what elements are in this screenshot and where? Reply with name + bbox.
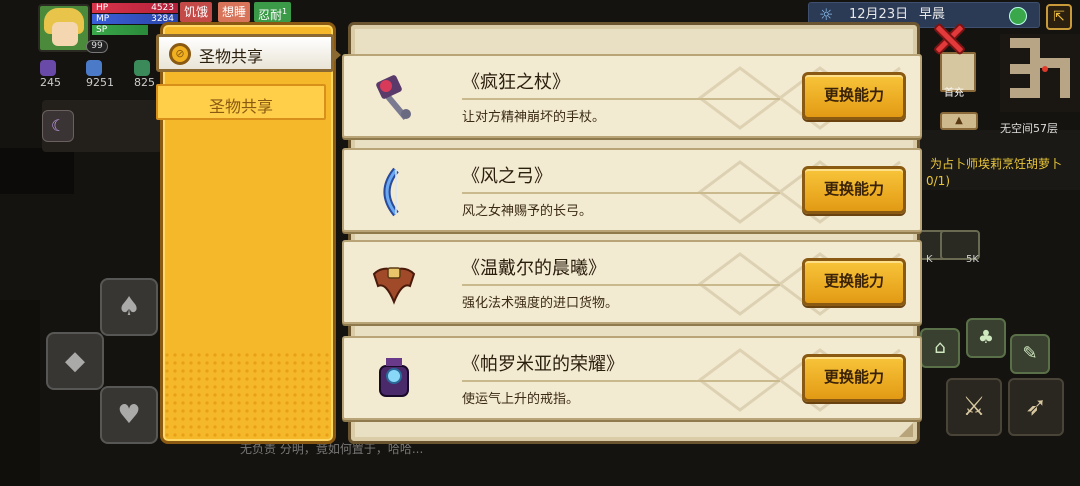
- staff-icon: [376, 75, 411, 120]
- quest-text[interactable]: 为占卜师埃莉烹饪胡萝卜: [930, 155, 1062, 172]
- relic-desc: 风之女神赐予的长弓。: [462, 204, 593, 219]
- resource-heart: 245: [40, 60, 61, 89]
- coin-slot-label: K: [926, 254, 933, 265]
- quest-count: 0/1): [926, 174, 950, 188]
- status-endure[interactable]: 忍耐1: [254, 2, 292, 22]
- minimap[interactable]: [1000, 34, 1080, 112]
- buff-slot[interactable]: ☾: [42, 110, 74, 142]
- heart-down-icon: [40, 60, 56, 76]
- player-marker: [1042, 66, 1048, 72]
- relic-name: 《风之弓》: [462, 166, 552, 187]
- chevron-up-icon: ▲: [955, 115, 963, 126]
- dark-tile: [0, 148, 74, 194]
- relic-item-card: 《帕罗米亚的荣耀》 使运气上升的戒指。 更换能力: [342, 336, 922, 420]
- globe-icon[interactable]: [1009, 7, 1027, 25]
- dpad-left[interactable]: ◆: [46, 332, 104, 390]
- relic-desc: 让对方精神崩坏的手杖。: [462, 110, 606, 125]
- player-portrait[interactable]: [38, 4, 90, 52]
- relic-name: 《帕罗米亚的荣耀》: [462, 354, 624, 375]
- relic-item-card: 《疯狂之杖》 让对方精神崩坏的手杖。 更换能力: [342, 54, 922, 138]
- divider: [462, 380, 780, 382]
- space-floor-text: 无空间57层: [1000, 122, 1058, 135]
- close-button[interactable]: [930, 20, 968, 58]
- up-arrow-icon: ♠: [117, 292, 141, 322]
- relic-icon: ⊘: [169, 43, 191, 65]
- hp-label: HP: [96, 3, 109, 13]
- relic-name: 《疯狂之杖》: [462, 72, 570, 93]
- relic-desc: 使运气上升的戒指。: [462, 392, 580, 407]
- action-button[interactable]: ✎: [1010, 334, 1050, 374]
- portrait-face: [52, 22, 78, 46]
- resource-value: 825: [134, 76, 155, 89]
- tent-icon: ⌂: [934, 337, 946, 358]
- coin-slot-label: 5K: [966, 254, 979, 265]
- panel-pattern: [163, 351, 333, 441]
- collapse-up-button[interactable]: ▲: [940, 112, 978, 130]
- armor-icon: [372, 267, 416, 305]
- relic-desc: 强化法术强度的进口货物。: [462, 296, 619, 311]
- tool-icon: ✎: [1022, 343, 1038, 364]
- action-button[interactable]: ⌂: [920, 328, 960, 368]
- gem-icon: [86, 60, 102, 76]
- swap-ability-button[interactable]: 更换能力: [802, 166, 906, 214]
- mp-label: MP: [96, 14, 110, 24]
- bow-icon: [383, 167, 399, 217]
- tab-relic-share-active[interactable]: ⊘ 圣物共享: [156, 34, 341, 72]
- status-endure-label: 忍耐: [258, 8, 283, 22]
- map-cell: [1010, 38, 1040, 48]
- resource-gem: 9251: [86, 60, 114, 89]
- sp-label: SP: [96, 25, 108, 35]
- relic-item-card: 《温戴尔的晨曦》 强化法术强度的进口货物。 更换能力: [342, 240, 922, 324]
- swap-ability-button[interactable]: 更换能力: [802, 354, 906, 402]
- dark-tile: [0, 300, 40, 486]
- map-cell: [1030, 48, 1040, 88]
- weapon-bow-button[interactable]: ➶: [1008, 378, 1064, 436]
- first-recharge-label: 首充: [944, 88, 964, 99]
- bow-icon: ➶: [1025, 392, 1047, 422]
- map-cell: [1060, 68, 1070, 98]
- tab-pointer: [332, 47, 341, 63]
- resource-coin: 825: [134, 60, 155, 89]
- exit-button[interactable]: ⇱: [1046, 4, 1072, 30]
- down-arrow-icon: ♥: [117, 400, 141, 430]
- tab-relic-share[interactable]: 圣物共享: [156, 84, 326, 120]
- tab-label: 圣物共享: [208, 97, 273, 116]
- map-cell: [1010, 64, 1030, 74]
- moon-icon: ☾: [51, 116, 66, 135]
- resize-corner: [899, 423, 913, 437]
- dpad-down[interactable]: ♥: [100, 386, 158, 444]
- action-button[interactable]: ♣: [966, 318, 1006, 358]
- status-sleep[interactable]: 想睡: [218, 2, 251, 22]
- ring-icon: [379, 358, 409, 397]
- left-arrow-icon: ◆: [65, 346, 85, 376]
- hp-value: 4523: [151, 3, 174, 13]
- swap-ability-button[interactable]: 更换能力: [802, 72, 906, 120]
- sword-icon: ⚔: [962, 392, 986, 422]
- relic-item-card: 《风之弓》 风之女神赐予的长弓。 更换能力: [342, 148, 922, 232]
- resource-value: 245: [40, 76, 61, 89]
- status-endure-count: 1: [282, 7, 288, 16]
- sp-bar: SP: [92, 25, 148, 35]
- swap-ability-button[interactable]: 更换能力: [802, 258, 906, 306]
- divider: [462, 192, 780, 194]
- tree-icon: ♣: [977, 327, 995, 348]
- map-cell: [1010, 88, 1040, 98]
- exit-icon: ⇱: [1053, 9, 1065, 25]
- relic-name: 《温戴尔的晨曦》: [462, 258, 606, 279]
- status-hunger[interactable]: 饥饿: [180, 2, 213, 22]
- resource-value: 9251: [86, 76, 114, 89]
- divider: [462, 284, 780, 286]
- dpad-up[interactable]: ♠: [100, 278, 158, 336]
- level-badge: 99: [86, 40, 108, 53]
- weapon-sword-button[interactable]: ⚔: [946, 378, 1002, 436]
- divider: [462, 98, 780, 100]
- hp-bar: HP 4523: [92, 3, 178, 13]
- tab-label: 圣物共享: [199, 47, 264, 66]
- coin-icon: [134, 60, 150, 76]
